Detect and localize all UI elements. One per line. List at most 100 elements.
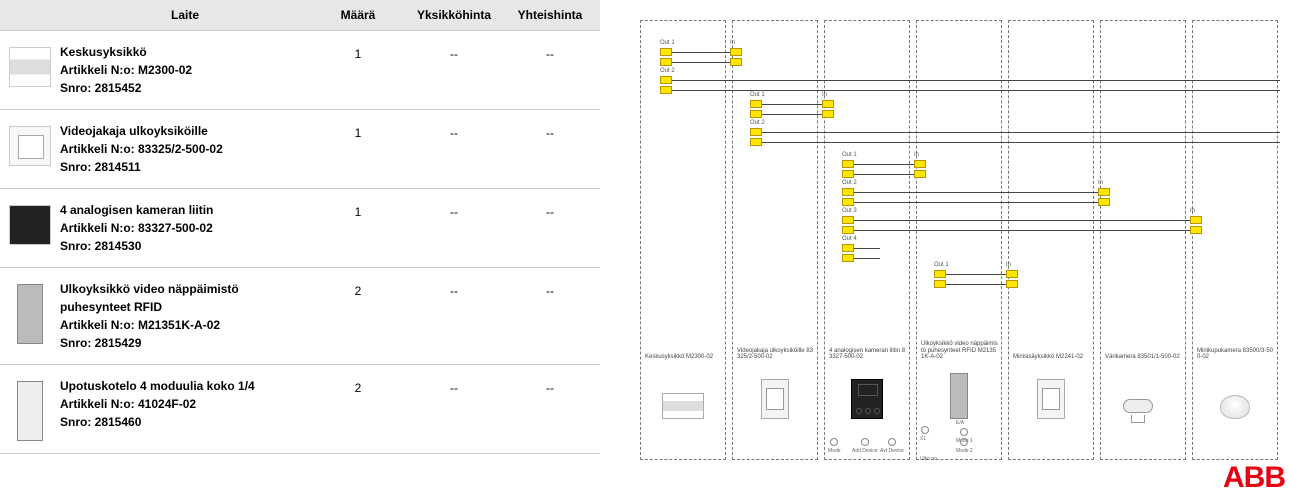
wiring-diagram-panel: ABB Keskusyksikkö M2300-02 Videojakaja u… xyxy=(600,0,1290,502)
device-unit-price: -- xyxy=(406,377,502,395)
device-snro: Snro: 2815452 xyxy=(60,79,310,97)
port-label: In xyxy=(1190,208,1195,214)
device-thumb xyxy=(17,381,43,441)
hdr-device: Laite xyxy=(60,8,310,22)
device-name: Ulkoyksikkö video näppäimistö puhesyntee… xyxy=(60,280,310,316)
port-c6_in xyxy=(1190,216,1202,224)
device-thumb xyxy=(9,126,51,166)
device-total-price: -- xyxy=(502,43,598,61)
column-label: Ulkoyksikkö video näppäimistö puhesyntee… xyxy=(921,341,999,361)
port-label: In xyxy=(822,92,827,98)
column-label: Minikupukamera 83500/3-500-02 xyxy=(1197,348,1275,361)
port-undefined xyxy=(660,58,672,66)
port-undefined xyxy=(750,138,762,146)
port-label: Out 1 xyxy=(660,40,675,46)
port-undefined xyxy=(842,254,854,262)
port-undefined xyxy=(842,226,854,234)
port-undefined xyxy=(730,58,742,66)
hdr-unit: Yksikköhinta xyxy=(406,8,502,22)
port-c0_out1 xyxy=(660,48,672,56)
device-snro: Snro: 2814511 xyxy=(60,158,310,176)
hdr-total: Yhteishinta xyxy=(502,8,598,22)
diagram-column: Värikamera 83501/1-500-02 xyxy=(1100,20,1186,460)
port-c2_in xyxy=(822,100,834,108)
wire xyxy=(854,192,1110,193)
device-thumb xyxy=(9,47,51,87)
device-qty: 2 xyxy=(310,280,406,298)
device-name: 4 analogisen kameran liitin xyxy=(60,201,310,219)
wire xyxy=(672,90,1280,91)
device-qty: 2 xyxy=(310,377,406,395)
table-row: Keskusyksikkö Artikkeli N:o: M2300-02 Sn… xyxy=(0,31,600,110)
device-name: Upotuskotelo 4 moduulia koko 1/4 xyxy=(60,377,310,395)
device-total-price: -- xyxy=(502,280,598,298)
diagram-column: 4 analogisen kameran liitin 83327-500-02 xyxy=(824,20,910,460)
column-label: 4 analogisen kameran liitin 83327-500-02 xyxy=(829,348,907,361)
port-c4_in xyxy=(1006,270,1018,278)
table-header: Laite Määrä Yksikköhinta Yhteishinta xyxy=(0,0,600,31)
port-c2_out3 xyxy=(842,216,854,224)
control-group: Ulko no xyxy=(920,454,937,462)
column-label: Videojakaja ulkoyksiköille 83325/2-500-0… xyxy=(737,348,815,361)
control-group: E/A xyxy=(956,418,964,426)
device-qty: 1 xyxy=(310,43,406,61)
column-label: Värikamera 83501/1-500-02 xyxy=(1105,354,1183,361)
port-c3_out1 xyxy=(934,270,946,278)
device-article: Artikkeli N:o: M2300-02 xyxy=(60,61,310,79)
column-label: Keskusyksikkö M2300-02 xyxy=(645,354,723,361)
port-label: Out 1 xyxy=(934,262,949,268)
device-total-price: -- xyxy=(502,122,598,140)
port-undefined xyxy=(1190,226,1202,234)
port-label: Out 1 xyxy=(842,152,857,158)
device-name: Videojakaja ulkoyksiköille xyxy=(60,122,310,140)
device-snro: Snro: 2814530 xyxy=(60,237,310,255)
port-undefined xyxy=(1006,280,1018,288)
device-table: Laite Määrä Yksikköhinta Yhteishinta Kes… xyxy=(0,0,600,502)
device-total-price: -- xyxy=(502,377,598,395)
port-label: Out 4 xyxy=(842,236,857,242)
diagram-column: Videojakaja ulkoyksiköille 83325/2-500-0… xyxy=(732,20,818,460)
column-device-image xyxy=(851,379,883,419)
wire xyxy=(854,230,1202,231)
column-device-image xyxy=(1220,395,1250,419)
device-article: Artikkeli N:o: 83325/2-500-02 xyxy=(60,140,310,158)
port-label: Out 3 xyxy=(842,208,857,214)
device-article: Artikkeli N:o: M21351K-A-02 xyxy=(60,316,310,334)
port-label: Out 2 xyxy=(660,68,675,74)
port-label: In xyxy=(1006,262,1011,268)
device-unit-price: -- xyxy=(406,201,502,219)
device-snro: Snro: 2815429 xyxy=(60,334,310,352)
device-qty: 1 xyxy=(310,201,406,219)
port-undefined xyxy=(750,110,762,118)
wire xyxy=(762,142,1280,143)
wire xyxy=(854,202,1110,203)
device-thumb xyxy=(17,284,43,344)
control-group: Avt Device xyxy=(880,438,904,454)
column-device-image xyxy=(662,393,704,419)
device-qty: 1 xyxy=(310,122,406,140)
port-undefined xyxy=(660,86,672,94)
device-thumb xyxy=(9,205,51,245)
wire xyxy=(854,258,880,259)
device-name: Keskusyksikkö xyxy=(60,43,310,61)
control-group: Add Device xyxy=(852,438,878,454)
port-label: Out 1 xyxy=(750,92,765,98)
wire xyxy=(854,248,880,249)
port-undefined xyxy=(842,170,854,178)
column-device-image xyxy=(1037,379,1065,419)
port-c5_in xyxy=(1098,188,1110,196)
hdr-qty: Määrä xyxy=(310,8,406,22)
control-group: Mode 2 xyxy=(956,438,973,454)
column-device-image xyxy=(950,373,968,419)
port-c1_in xyxy=(730,48,742,56)
table-row: Videojakaja ulkoyksiköille Artikkeli N:o… xyxy=(0,110,600,189)
port-c3_in xyxy=(914,160,926,168)
diagram-column: Ulkoyksikkö video näppäimistö puhesyntee… xyxy=(916,20,1002,460)
port-c1_out1 xyxy=(750,100,762,108)
port-c2_out2 xyxy=(842,188,854,196)
wire xyxy=(672,80,1280,81)
diagram-column: Minikupukamera 83500/3-500-02 xyxy=(1192,20,1278,460)
port-undefined xyxy=(822,110,834,118)
control-group: X1 xyxy=(920,426,930,442)
port-undefined xyxy=(842,198,854,206)
